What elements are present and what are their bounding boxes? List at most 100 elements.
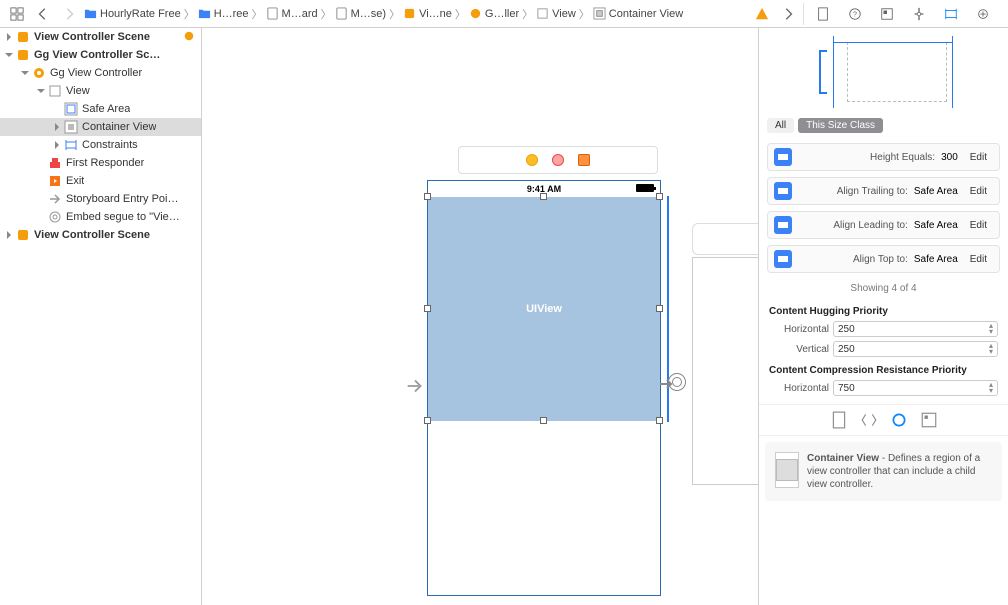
constraints-icon xyxy=(64,138,78,152)
size-inspector-icon[interactable] xyxy=(940,3,962,25)
selection-handle[interactable] xyxy=(656,417,663,424)
storyboard-canvas[interactable]: 9:41 AM UIView View Controller xyxy=(202,28,758,605)
first-responder-dock-icon[interactable] xyxy=(552,154,564,166)
outline-row[interactable]: Safe Area xyxy=(0,100,201,118)
device-frame[interactable]: 9:41 AM UIView xyxy=(427,180,661,596)
outline-label: Constraints xyxy=(82,139,138,151)
svg-text:?: ? xyxy=(853,11,857,18)
constraint-edit-button[interactable]: Edit xyxy=(964,218,993,233)
disclosure-triangle-icon[interactable] xyxy=(20,68,30,78)
outline-label: View Controller Scene xyxy=(34,31,150,43)
object-library-tab-icon[interactable] xyxy=(890,411,908,429)
container-view-thumb-icon xyxy=(775,452,799,488)
crumb-scene[interactable]: Vi…ne xyxy=(403,7,452,20)
file-template-tab-icon[interactable] xyxy=(830,411,848,429)
scene-options-icon[interactable] xyxy=(183,30,195,45)
constraints-showing-label: Showing 4 of 4 xyxy=(759,277,1008,300)
disclosure-triangle-icon[interactable] xyxy=(36,86,46,96)
crumb-storyboard2[interactable]: M…se) xyxy=(335,7,386,20)
disclosure-triangle-icon[interactable] xyxy=(4,50,14,60)
file-inspector-icon[interactable] xyxy=(812,3,834,25)
outline-row[interactable]: View Controller Scene xyxy=(0,28,201,46)
constraint-value: Safe Area xyxy=(914,186,958,197)
selection-handle[interactable] xyxy=(424,305,431,312)
disclosure-triangle-icon[interactable] xyxy=(52,140,62,150)
container-view-selected[interactable]: UIView xyxy=(428,197,660,421)
crumb-vc[interactable]: G…ller xyxy=(469,7,519,20)
media-library-tab-icon[interactable] xyxy=(920,411,938,429)
outline-row[interactable]: Exit xyxy=(0,172,201,190)
outline-row[interactable]: View Controller Scene xyxy=(0,226,201,244)
seg-this-size-class[interactable]: This Size Class xyxy=(798,118,883,133)
forward-history-icon[interactable] xyxy=(777,3,799,25)
document-outline[interactable]: View Controller Scene Gg View Controller … xyxy=(0,28,202,605)
constraint-icon xyxy=(774,148,792,166)
selection-handle[interactable] xyxy=(656,305,663,312)
child-vc-titlebar[interactable]: View Controller xyxy=(692,223,758,255)
hugging-h-field[interactable]: 250▴▾ xyxy=(833,321,998,337)
crumb-storyboard[interactable]: M…ard xyxy=(266,7,318,20)
scene-icon xyxy=(16,48,30,62)
constraint-row[interactable]: Height Equals:300Edit xyxy=(767,143,1000,171)
hugging-h-label: Horizontal xyxy=(769,324,829,335)
outline-row[interactable]: Container View xyxy=(0,118,201,136)
crumb-view[interactable]: View xyxy=(536,7,576,20)
entry-icon xyxy=(48,192,62,206)
embed-segue-icon[interactable] xyxy=(668,373,686,391)
container-icon xyxy=(64,120,78,134)
connections-inspector-icon[interactable] xyxy=(972,3,994,25)
hugging-v-field[interactable]: 250▴▾ xyxy=(833,341,998,357)
outline-row[interactable]: Gg View Controller Sc… xyxy=(0,46,201,64)
crumb-project[interactable]: HourlyRate Free xyxy=(84,7,181,20)
scene-dock[interactable] xyxy=(458,146,658,174)
library-description: Container View - Defines a region of a v… xyxy=(765,442,1002,501)
back-icon[interactable] xyxy=(32,3,54,25)
help-inspector-icon[interactable]: ? xyxy=(844,3,866,25)
identity-inspector-icon[interactable] xyxy=(876,3,898,25)
compression-h-field[interactable]: 750▴▾ xyxy=(833,380,998,396)
inspector-panel: All This Size Class Height Equals:300Edi… xyxy=(758,28,1008,605)
constraint-row[interactable]: Align Top to:Safe AreaEdit xyxy=(767,245,1000,273)
outline-row[interactable]: Embed segue to "Vie… xyxy=(0,208,201,226)
exit-icon xyxy=(48,174,62,188)
outline-row[interactable]: View xyxy=(0,82,201,100)
attributes-inspector-icon[interactable] xyxy=(908,3,930,25)
jump-bar: HourlyRate Free〉 H…ree〉 M…ard〉 M…se)〉 Vi… xyxy=(0,0,1008,28)
constraint-edit-button[interactable]: Edit xyxy=(964,184,993,199)
constraint-preview xyxy=(767,34,1000,114)
related-items-icon[interactable] xyxy=(6,3,28,25)
segue-icon xyxy=(48,210,62,224)
disclosure-triangle-icon xyxy=(36,158,46,168)
selection-handle[interactable] xyxy=(540,417,547,424)
outline-row[interactable]: Gg View Controller xyxy=(0,64,201,82)
outline-row[interactable]: Constraints xyxy=(0,136,201,154)
child-vc-view[interactable] xyxy=(692,257,758,485)
outline-row[interactable]: Storyboard Entry Poi… xyxy=(0,190,201,208)
constraint-edit-button[interactable]: Edit xyxy=(964,150,993,165)
outline-label: Embed segue to "Vie… xyxy=(66,211,180,223)
library-tabs xyxy=(759,404,1008,436)
forward-icon[interactable] xyxy=(58,3,80,25)
vc-dock-icon[interactable] xyxy=(526,154,538,166)
outline-label: View Controller Scene xyxy=(34,229,150,241)
disclosure-triangle-icon[interactable] xyxy=(4,230,14,240)
selection-handle[interactable] xyxy=(656,193,663,200)
selection-handle[interactable] xyxy=(424,417,431,424)
vc-icon xyxy=(32,66,46,80)
size-class-segment[interactable]: All This Size Class xyxy=(767,118,1000,133)
seg-all[interactable]: All xyxy=(767,118,794,133)
disclosure-triangle-icon[interactable] xyxy=(52,122,62,132)
constraint-edit-button[interactable]: Edit xyxy=(964,252,993,267)
disclosure-triangle-icon[interactable] xyxy=(4,32,14,42)
crumb-container[interactable]: Container View xyxy=(593,7,683,20)
code-snippet-tab-icon[interactable] xyxy=(860,411,878,429)
warning-icon[interactable] xyxy=(751,3,773,25)
constraint-row[interactable]: Align Leading to:Safe AreaEdit xyxy=(767,211,1000,239)
disclosure-triangle-icon xyxy=(36,194,46,204)
crumb-group[interactable]: H…ree xyxy=(198,7,249,20)
selection-handle[interactable] xyxy=(424,193,431,200)
constraint-row[interactable]: Align Trailing to:Safe AreaEdit xyxy=(767,177,1000,205)
outline-row[interactable]: First Responder xyxy=(0,154,201,172)
exit-dock-icon[interactable] xyxy=(578,154,590,166)
selection-handle[interactable] xyxy=(540,193,547,200)
